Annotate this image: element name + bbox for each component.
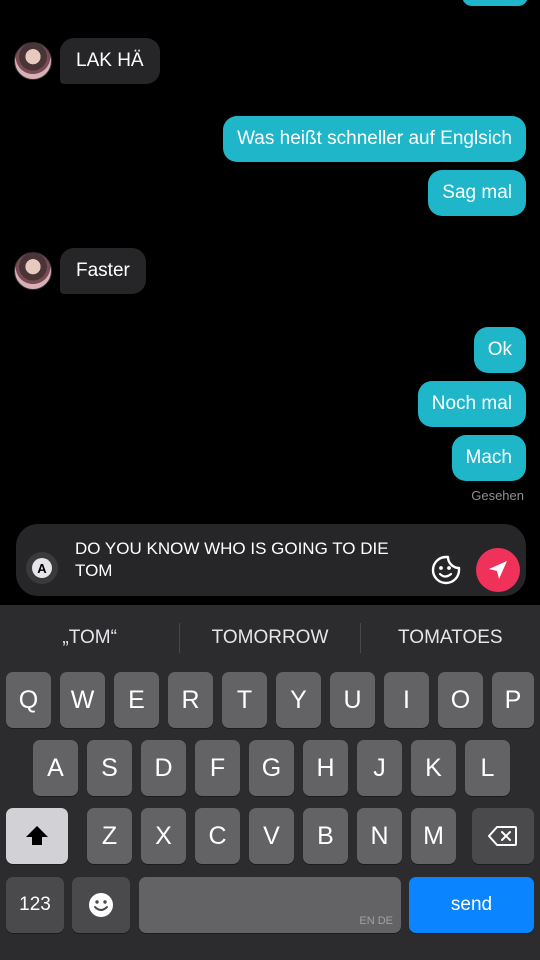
incoming-message-row: LAK HÄ <box>14 38 160 84</box>
key-m[interactable]: M <box>411 808 456 864</box>
key-e[interactable]: E <box>114 672 159 728</box>
outgoing-message-bubble[interactable]: Ok <box>473 327 526 373</box>
shift-key[interactable] <box>6 808 68 864</box>
suggestion-item[interactable]: TOMORROW <box>180 627 359 649</box>
backspace-icon <box>488 826 517 846</box>
suggestion-item[interactable]: TOMATOES <box>361 627 540 649</box>
send-button[interactable] <box>476 548 520 592</box>
key-l[interactable]: L <box>465 740 510 796</box>
key-y[interactable]: Y <box>276 672 321 728</box>
space-bar[interactable]: EN DE <box>139 877 401 933</box>
shift-icon <box>26 826 48 845</box>
incoming-message-row: Faster <box>14 248 146 294</box>
send-icon <box>489 561 507 579</box>
key-v[interactable]: V <box>249 808 294 864</box>
key-j[interactable]: J <box>357 740 402 796</box>
outgoing-message-bubble[interactable]: Was heißt schneller auf Englsich <box>223 116 526 162</box>
chat-thread: LAK HÄ Was heißt schneller auf Englsich … <box>0 0 540 605</box>
key-x[interactable]: X <box>141 808 186 864</box>
message-input[interactable]: DO YOU KNOW WHO IS GOING TO DIE TOM <box>75 538 425 582</box>
emoji-key[interactable] <box>72 877 130 933</box>
key-a[interactable]: A <box>33 740 78 796</box>
key-k[interactable]: K <box>411 740 456 796</box>
key-s[interactable]: S <box>87 740 132 796</box>
backspace-key[interactable] <box>472 808 534 864</box>
key-q[interactable]: Q <box>6 672 51 728</box>
message-composer[interactable]: A DO YOU KNOW WHO IS GOING TO DIE TOM <box>16 524 526 596</box>
key-r[interactable]: R <box>168 672 213 728</box>
outgoing-message-bubble[interactable]: Sag mal <box>428 170 526 216</box>
text-style-label: A <box>32 558 52 578</box>
key-b[interactable]: B <box>303 808 348 864</box>
incoming-message-bubble[interactable]: Faster <box>60 248 146 294</box>
key-p[interactable]: P <box>492 672 534 728</box>
emoji-icon <box>89 893 113 917</box>
incoming-message-bubble[interactable]: LAK HÄ <box>60 38 160 84</box>
avatar[interactable] <box>14 252 52 290</box>
outgoing-message-bubble[interactable]: Noch mal <box>417 381 526 427</box>
text-style-button[interactable]: A <box>26 552 58 584</box>
suggestion-bar: „TOM“ TOMORROW TOMATOES <box>0 605 540 671</box>
space-language-hint: EN DE <box>359 915 393 927</box>
key-t[interactable]: T <box>222 672 267 728</box>
avatar[interactable] <box>14 42 52 80</box>
key-o[interactable]: O <box>438 672 483 728</box>
key-h[interactable]: H <box>303 740 348 796</box>
seen-status: Gesehen <box>471 488 524 503</box>
key-i[interactable]: I <box>384 672 429 728</box>
keyboard-send-key[interactable]: send <box>409 877 534 933</box>
keyboard: „TOM“ TOMORROW TOMATOES Q W E R T Y U I … <box>0 605 540 960</box>
key-u[interactable]: U <box>330 672 375 728</box>
key-c[interactable]: C <box>195 808 240 864</box>
outgoing-message-bubble[interactable]: Mach <box>451 435 526 481</box>
key-w[interactable]: W <box>60 672 105 728</box>
key-d[interactable]: D <box>141 740 186 796</box>
key-f[interactable]: F <box>195 740 240 796</box>
previous-message-bubble <box>462 0 528 6</box>
key-n[interactable]: N <box>357 808 402 864</box>
sticker-icon[interactable] <box>430 554 462 586</box>
key-g[interactable]: G <box>249 740 294 796</box>
key-z[interactable]: Z <box>87 808 132 864</box>
numbers-key[interactable]: 123 <box>6 877 64 933</box>
suggestion-item[interactable]: „TOM“ <box>0 627 179 649</box>
